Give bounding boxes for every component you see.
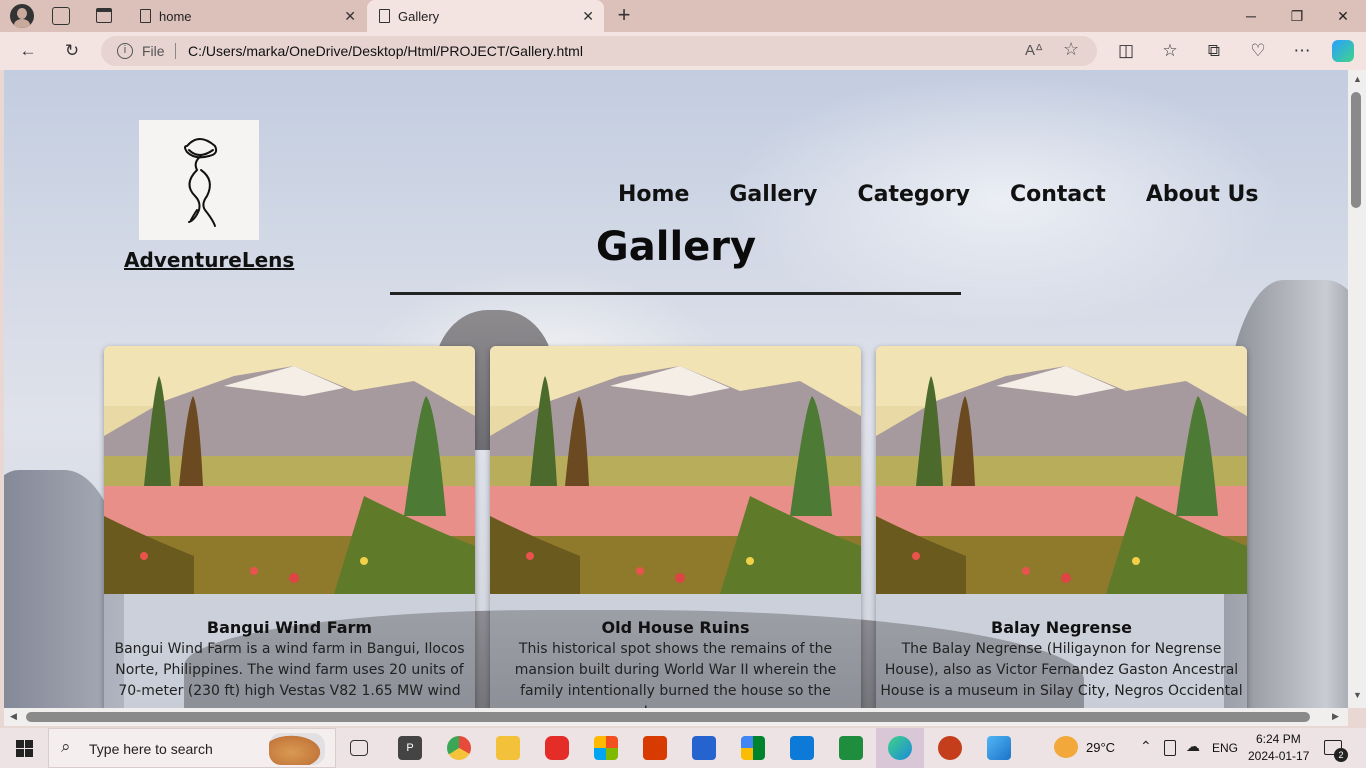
scroll-right-icon[interactable]: ▶ bbox=[1332, 711, 1339, 722]
page-viewport: AdventureLens Home Gallery Category Cont… bbox=[4, 70, 1348, 708]
horizontal-scroll-thumb[interactable] bbox=[26, 712, 1310, 722]
card-description: This historical spot shows the remains o… bbox=[514, 641, 837, 708]
close-tab-icon[interactable]: ✕ bbox=[344, 8, 356, 25]
read-aloud-icon[interactable]: Aᐞ bbox=[1025, 41, 1043, 59]
search-icon: ⌕ bbox=[61, 737, 71, 756]
info-icon[interactable]: i bbox=[117, 43, 133, 59]
tab-label: home bbox=[159, 8, 192, 24]
scroll-up-icon[interactable]: ▲ bbox=[1353, 74, 1362, 84]
nav-gallery[interactable]: Gallery bbox=[729, 182, 817, 207]
battery-icon[interactable] bbox=[1164, 740, 1176, 756]
language-indicator[interactable]: ENG bbox=[1212, 741, 1238, 755]
notification-count: 2 bbox=[1334, 748, 1348, 762]
title-divider bbox=[390, 292, 961, 295]
taskbar: ⌕ Type here to search P 29°C ⌃ ☁ ENG 6:2… bbox=[0, 728, 1366, 768]
file-scheme-label: File bbox=[142, 43, 165, 59]
app-icon-p[interactable]: P bbox=[398, 736, 422, 760]
vscode-icon[interactable] bbox=[790, 736, 814, 760]
horizontal-scrollbar[interactable]: ◀ ▶ bbox=[4, 708, 1348, 726]
address-bar[interactable]: i File C:/Users/marka/OneDrive/Desktop/H… bbox=[101, 36, 1097, 66]
store-icon[interactable] bbox=[594, 736, 618, 760]
close-tab-icon[interactable]: ✕ bbox=[582, 8, 594, 25]
browser-essentials-icon[interactable]: ♡ bbox=[1246, 40, 1270, 62]
collections-icon[interactable]: ⧉ bbox=[1202, 40, 1226, 62]
photos-icon[interactable] bbox=[987, 736, 1011, 760]
copilot-icon[interactable] bbox=[1332, 40, 1354, 62]
file-explorer-icon[interactable] bbox=[496, 736, 520, 760]
weather-icon[interactable] bbox=[1054, 736, 1078, 758]
gallery-card[interactable]: Old House Ruins This historical spot sho… bbox=[490, 346, 861, 708]
nav-category[interactable]: Category bbox=[857, 182, 969, 207]
split-screen-icon[interactable]: ◫ bbox=[1114, 40, 1138, 62]
browser-toolbar: ← ↻ i File C:/Users/marka/OneDrive/Deskt… bbox=[0, 32, 1366, 70]
favorites-icon[interactable]: ☆ bbox=[1158, 40, 1182, 62]
vertical-scrollbar[interactable]: ▲ ▼ bbox=[1348, 70, 1366, 708]
card-title: Old House Ruins bbox=[601, 618, 750, 637]
taskbar-search[interactable]: ⌕ Type here to search bbox=[48, 728, 336, 768]
main-nav: Home Gallery Category Contact About Us bbox=[618, 182, 1259, 207]
search-placeholder: Type here to search bbox=[89, 741, 213, 757]
youtube-icon[interactable] bbox=[545, 736, 569, 760]
windows-start-icon[interactable] bbox=[16, 740, 33, 757]
tab-label: Gallery bbox=[398, 8, 440, 24]
chrome-icon[interactable] bbox=[447, 736, 471, 760]
new-tab-button[interactable]: + bbox=[612, 2, 636, 28]
card-description: Bangui Wind Farm is a wind farm in Bangu… bbox=[114, 641, 465, 699]
show-hidden-icons-icon[interactable]: ⌃ bbox=[1140, 738, 1152, 755]
workspaces-icon[interactable] bbox=[52, 7, 70, 25]
more-menu-icon[interactable]: ⋯ bbox=[1290, 40, 1314, 62]
weather-temp[interactable]: 29°C bbox=[1086, 740, 1115, 755]
clock-date[interactable]: 2024-01-17 bbox=[1248, 749, 1309, 763]
classroom-icon[interactable] bbox=[839, 736, 863, 760]
todo-icon[interactable] bbox=[692, 736, 716, 760]
gallery-card[interactable]: Bangui Wind Farm Bangui Wind Farm is a w… bbox=[104, 346, 475, 708]
close-window-button[interactable]: ✕ bbox=[1320, 0, 1366, 32]
network-icon[interactable]: ☁ bbox=[1186, 738, 1200, 755]
refresh-icon[interactable]: ↻ bbox=[60, 40, 84, 62]
address-divider bbox=[175, 43, 176, 59]
site-logo[interactable] bbox=[139, 120, 259, 240]
vertical-scroll-thumb[interactable] bbox=[1351, 92, 1361, 208]
back-icon[interactable]: ← bbox=[16, 40, 40, 62]
search-highlight-image bbox=[269, 733, 325, 765]
tab-home[interactable]: home ✕ bbox=[130, 0, 366, 32]
profile-avatar[interactable] bbox=[10, 4, 34, 28]
gallery-card[interactable]: Balay Negrense The Balay Negrense (Hilig… bbox=[876, 346, 1247, 708]
edge-icon[interactable] bbox=[888, 736, 912, 760]
card-description: The Balay Negrense (Hiligaynon for Negre… bbox=[880, 641, 1243, 699]
card-title: Bangui Wind Farm bbox=[206, 618, 373, 637]
minimize-button[interactable]: ─ bbox=[1228, 0, 1274, 32]
tab-gallery[interactable]: Gallery ✕ bbox=[367, 0, 604, 32]
meet-icon[interactable] bbox=[741, 736, 765, 760]
clock-time[interactable]: 6:24 PM bbox=[1256, 732, 1301, 746]
url-text[interactable]: C:/Users/marka/OneDrive/Desktop/Html/PRO… bbox=[188, 43, 583, 59]
nav-home[interactable]: Home bbox=[618, 182, 689, 207]
page-icon bbox=[140, 9, 151, 23]
task-view-icon[interactable] bbox=[350, 740, 368, 756]
card-image bbox=[104, 346, 475, 594]
favorite-star-icon[interactable]: ☆ bbox=[1063, 39, 1079, 60]
tab-actions-icon[interactable] bbox=[96, 8, 112, 23]
restore-button[interactable]: ❐ bbox=[1274, 0, 1320, 32]
card-image bbox=[490, 346, 861, 594]
tab-strip: home ✕ Gallery ✕ + ─ ❐ ✕ bbox=[0, 0, 1366, 32]
office-icon[interactable] bbox=[643, 736, 667, 760]
scroll-left-icon[interactable]: ◀ bbox=[10, 711, 17, 722]
page-title: Gallery bbox=[595, 224, 757, 270]
nav-about-us[interactable]: About Us bbox=[1146, 182, 1259, 207]
powerpoint-icon[interactable] bbox=[938, 736, 962, 760]
card-image bbox=[876, 346, 1247, 594]
page-icon bbox=[379, 9, 390, 23]
card-title: Balay Negrense bbox=[991, 618, 1132, 637]
scroll-down-icon[interactable]: ▼ bbox=[1353, 690, 1362, 700]
nav-contact[interactable]: Contact bbox=[1010, 182, 1106, 207]
